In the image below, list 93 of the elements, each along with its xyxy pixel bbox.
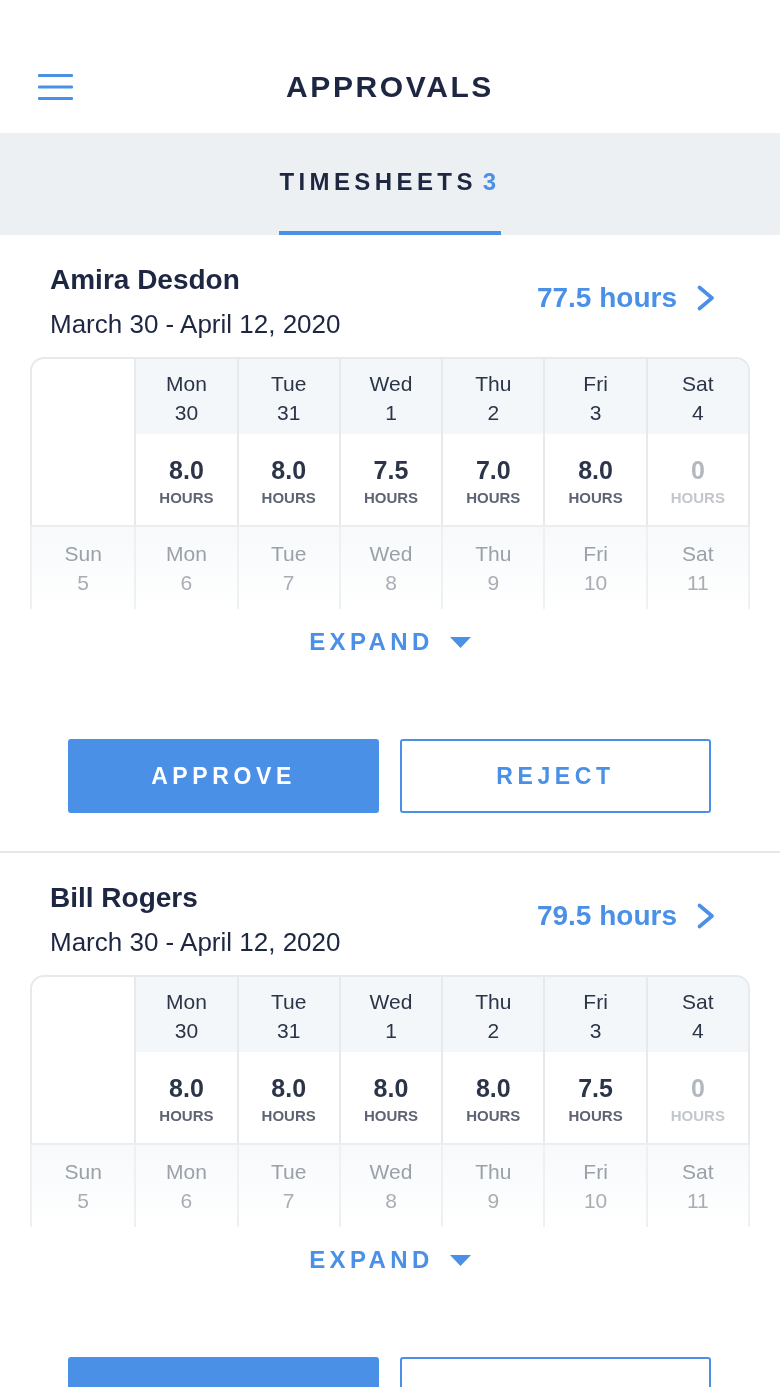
- hours-value: 8.0: [373, 1073, 409, 1103]
- approve-button[interactable]: APPROVE: [68, 739, 379, 813]
- day-date: 8: [385, 570, 397, 596]
- hours-value: 7.5: [578, 1073, 613, 1103]
- hours-unit: HOURS: [363, 489, 419, 507]
- hours-value: 8.0: [169, 455, 204, 485]
- hours-unit: HOURS: [159, 489, 214, 507]
- chevron-right-icon: [697, 902, 715, 929]
- hours-unit: HOURS: [670, 489, 725, 507]
- day-date: 7: [282, 1188, 295, 1214]
- hours-value: 8.0: [169, 1073, 204, 1103]
- day-name: Thu: [475, 371, 512, 397]
- day-date: 5: [77, 1188, 89, 1214]
- day-name: Sat: [682, 541, 714, 567]
- day-name: Fri: [583, 989, 608, 1015]
- hours-unit: HOURS: [261, 489, 316, 507]
- day-date: 9: [487, 1188, 500, 1214]
- employee-name: Amira Desdon: [50, 263, 240, 297]
- day-date: 3: [589, 400, 602, 426]
- day-date: 9: [487, 570, 500, 596]
- day-name: Tue: [271, 541, 307, 567]
- day-date: 5: [77, 570, 89, 596]
- hours-unit: HOURS: [466, 1107, 521, 1125]
- day-name: Wed: [369, 541, 413, 567]
- day-date: 2: [487, 1018, 500, 1044]
- day-date: 4: [692, 400, 704, 426]
- hours-value: 8.0: [271, 1073, 307, 1103]
- pay-period: March 30 - April 12, 2020: [50, 926, 341, 958]
- day-date: 6: [180, 570, 193, 596]
- day-name: Fri: [583, 1159, 608, 1185]
- day-name: Wed: [369, 1159, 413, 1185]
- day-date: 7: [282, 570, 295, 596]
- day-name: Tue: [271, 1159, 307, 1185]
- day-name: Mon: [166, 989, 207, 1015]
- day-name: Tue: [271, 989, 307, 1015]
- day-name: Sat: [682, 1159, 714, 1185]
- day-name: Wed: [369, 989, 413, 1015]
- pay-period: March 30 - April 12, 2020: [50, 308, 341, 340]
- hours-value: 8.0: [271, 455, 307, 485]
- chevron-right-icon: [697, 284, 715, 311]
- day-name: Sat: [682, 989, 714, 1015]
- expand-button[interactable]: EXPAND: [309, 1240, 471, 1280]
- page-title: APPROVALS: [286, 68, 494, 105]
- day-date: 10: [583, 570, 608, 596]
- hours-unit: HOURS: [670, 1107, 725, 1125]
- reject-button[interactable]: REJECT: [400, 739, 711, 813]
- day-date: 3: [589, 1018, 602, 1044]
- menu-icon[interactable]: [38, 73, 73, 100]
- day-name: Fri: [583, 541, 608, 567]
- day-name: Fri: [583, 371, 608, 397]
- hours-value: 8.0: [578, 455, 613, 485]
- expand-button[interactable]: EXPAND: [309, 622, 471, 662]
- day-name: Sun: [64, 541, 102, 567]
- hours-unit: HOURS: [261, 1107, 316, 1125]
- day-name: Mon: [166, 541, 207, 567]
- day-name: Mon: [166, 1159, 207, 1185]
- day-date: 11: [686, 1188, 709, 1214]
- day-date: 30: [174, 400, 199, 426]
- day-date: 8: [385, 1188, 397, 1214]
- day-date: 10: [583, 1188, 608, 1214]
- timesheets-tab[interactable]: TIMESHEETS 3: [279, 133, 501, 235]
- day-date: 11: [686, 570, 709, 596]
- caret-down-icon: [449, 1254, 471, 1266]
- hours-value: 7.0: [475, 455, 511, 485]
- day-date: 4: [692, 1018, 704, 1044]
- day-name: Sun: [64, 1159, 102, 1185]
- day-name: Wed: [369, 371, 413, 397]
- employee-name: Bill Rogers: [50, 881, 198, 915]
- day-name: Tue: [271, 371, 307, 397]
- hours-unit: HOURS: [466, 489, 521, 507]
- hours-value: 8.0: [475, 1073, 511, 1103]
- hours-unit: HOURS: [568, 489, 623, 507]
- hours-value: 0: [690, 1073, 705, 1103]
- hours-value: 7.5: [373, 455, 409, 485]
- day-date: 1: [385, 1018, 397, 1044]
- day-date: 2: [487, 400, 500, 426]
- day-date: 6: [180, 1188, 193, 1214]
- day-date: 31: [277, 1018, 301, 1044]
- day-name: Thu: [475, 989, 512, 1015]
- hours-value: 0: [690, 455, 705, 485]
- hours-unit: HOURS: [159, 1107, 214, 1125]
- hours-unit: HOURS: [363, 1107, 419, 1125]
- total-hours-link[interactable]: 77.5 hours: [536, 280, 715, 315]
- total-hours-link[interactable]: 79.5 hours: [536, 898, 715, 933]
- day-name: Sat: [682, 371, 714, 397]
- day-date: 31: [277, 400, 301, 426]
- day-name: Thu: [475, 541, 512, 567]
- day-date: 30: [174, 1018, 199, 1044]
- day-name: Thu: [475, 1159, 512, 1185]
- day-date: 1: [385, 400, 397, 426]
- caret-down-icon: [449, 636, 471, 648]
- hours-unit: HOURS: [568, 1107, 623, 1125]
- day-name: Mon: [166, 371, 207, 397]
